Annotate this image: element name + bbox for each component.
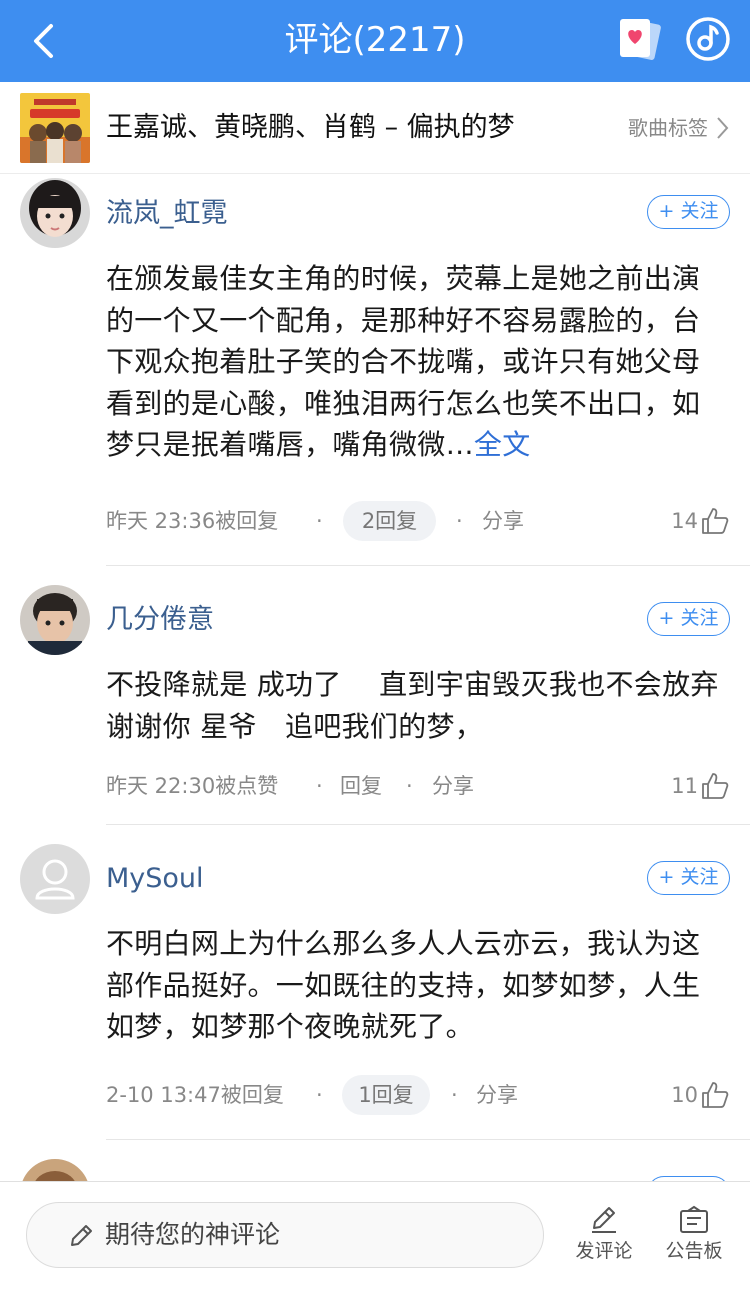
pencil-icon <box>71 1225 92 1246</box>
board-icon <box>680 1205 708 1233</box>
thumbs-up-icon <box>702 1082 729 1108</box>
bottom-bar: 期待您的神评论 发评论 公告板 <box>0 1181 750 1289</box>
avatar[interactable] <box>20 585 90 655</box>
chevron-right-icon <box>717 117 729 139</box>
default-avatar-icon <box>20 844 90 914</box>
song-tag-link[interactable]: 歌曲标签 <box>628 112 708 144</box>
separator: · <box>406 774 413 798</box>
top-bar: 评论(2217) <box>0 0 750 82</box>
like-count: 11 <box>671 774 698 798</box>
replies-button[interactable]: 1回复 <box>342 1075 430 1115</box>
comment-item: 流岚_虹霓 + 关注 在颁发最佳女主角的时候，荧幕上是她之前出演的一个又一个配角… <box>0 174 750 566</box>
like-button[interactable]: 11 <box>671 766 730 806</box>
follow-button[interactable]: + 关注 <box>647 861 730 895</box>
separator: · <box>316 1083 323 1107</box>
comment-text: 在颁发最佳女主角的时候，荧幕上是她之前出演的一个又一个配角，是那种好不容易露脸的… <box>106 258 716 466</box>
like-button[interactable]: 10 <box>671 1075 730 1115</box>
replies-button[interactable]: 2回复 <box>343 501 436 541</box>
comment-input-placeholder: 期待您的神评论 <box>105 1220 281 1249</box>
avatar[interactable] <box>20 178 90 248</box>
thumbs-up-icon <box>702 773 729 799</box>
song-cover-image <box>20 93 90 163</box>
heart-card-icon <box>620 19 661 60</box>
share-button[interactable]: 分享 <box>476 1075 518 1115</box>
heart-card-button[interactable] <box>614 14 664 64</box>
comment-item: 几分倦意 + 关注 不投降就是 成功了 直到宇宙毁灭我也不会放弃 谢谢你 星爷 … <box>0 566 750 825</box>
now-playing-button[interactable] <box>684 15 732 63</box>
post-comment-button[interactable]: 发评论 <box>564 1204 644 1264</box>
comment-time: 2-10 13:47被回复 <box>106 1083 284 1107</box>
comment-meta: 昨天 22:30被点赞 · 回复 · 分享 11 <box>106 766 730 806</box>
separator: · <box>451 1083 458 1107</box>
bulletin-board-label: 公告板 <box>665 1240 723 1262</box>
comment-item-partial <box>0 1140 750 1181</box>
bulletin-board-button[interactable]: 公告板 <box>654 1204 734 1264</box>
comment-time: 昨天 23:36被回复 <box>106 509 279 533</box>
share-button[interactable]: 分享 <box>432 766 474 806</box>
comment-username[interactable]: 流岚_虹霓 <box>106 194 228 234</box>
post-comment-label: 发评论 <box>575 1240 633 1262</box>
like-count: 14 <box>671 509 698 533</box>
comment-time: 昨天 22:30被点赞 <box>106 774 279 798</box>
song-bar[interactable]: 王嘉诚、黄晓鹏、肖鹤 – 偏执的梦 歌曲标签 <box>0 82 750 174</box>
edit-icon <box>592 1207 616 1233</box>
comment-meta: 2-10 13:47被回复 · 1回复 · 分享 10 <box>106 1075 730 1115</box>
comment-text: 不投降就是 成功了 直到宇宙毁灭我也不会放弃 谢谢你 星爷 追吧我们的梦， <box>106 668 719 743</box>
follow-button[interactable]: + 关注 <box>647 195 730 229</box>
like-count: 10 <box>671 1083 698 1107</box>
comment-username[interactable]: MySoul <box>106 859 204 899</box>
reply-button[interactable]: 回复 <box>340 766 382 806</box>
comment-body: 在颁发最佳女主角的时候，荧幕上是她之前出演的一个又一个配角，是那种好不容易露脸的… <box>106 262 701 461</box>
follow-button[interactable]: + 关注 <box>647 602 730 636</box>
like-button[interactable]: 14 <box>671 501 730 541</box>
separator: · <box>456 509 463 533</box>
avatar[interactable] <box>20 844 90 914</box>
separator: · <box>316 774 323 798</box>
music-disc-icon <box>686 17 730 61</box>
comment-meta: 昨天 23:36被回复 · 2回复 · 分享 14 <box>106 501 730 541</box>
comment-input[interactable]: 期待您的神评论 <box>26 1202 544 1268</box>
thumbs-up-icon <box>702 508 729 534</box>
comment-username[interactable]: 几分倦意 <box>106 600 214 640</box>
share-button[interactable]: 分享 <box>482 501 524 541</box>
full-text-link[interactable]: 全文 <box>474 428 531 461</box>
comment-text: 不明白网上为什么那么多人人云亦云，我认为这部作品挺好。一如既往的支持，如梦如梦，… <box>106 927 701 1043</box>
comment-item: MySoul + 关注 不明白网上为什么那么多人人云亦云，我认为这部作品挺好。一… <box>0 825 750 1140</box>
song-title[interactable]: 王嘉诚、黄晓鹏、肖鹤 – 偏执的梦 <box>106 108 515 148</box>
separator: · <box>316 509 323 533</box>
avatar[interactable] <box>20 1159 90 1181</box>
